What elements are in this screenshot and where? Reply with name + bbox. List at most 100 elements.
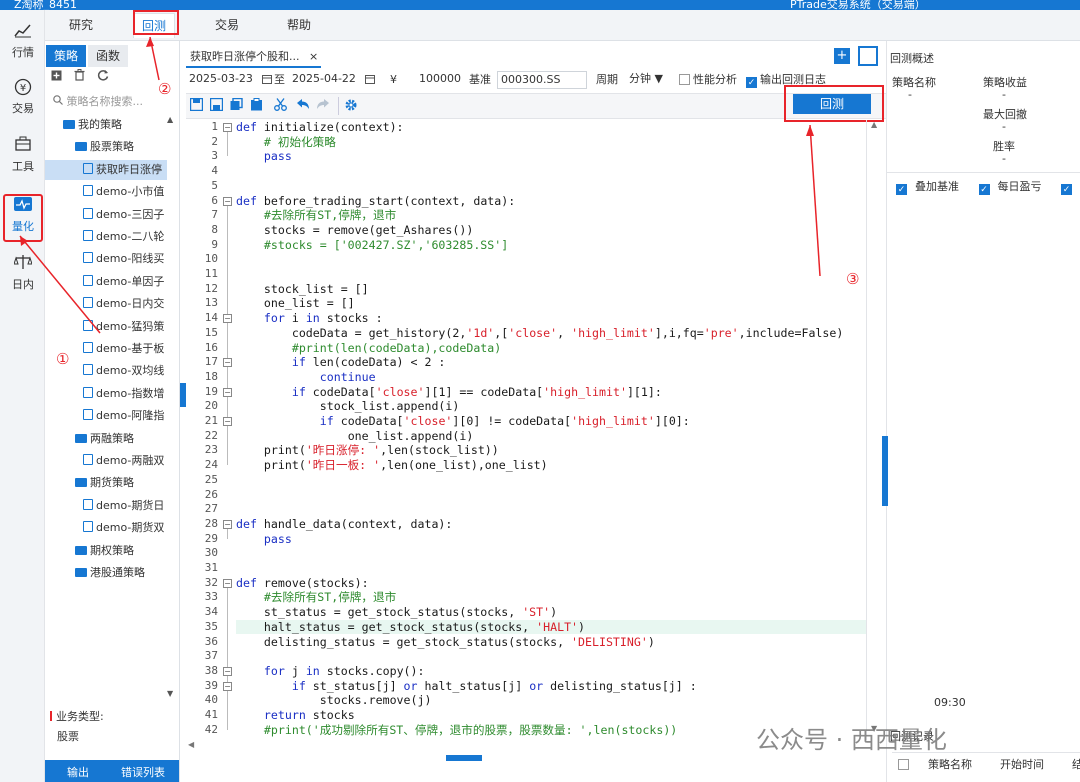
tree-file[interactable]: demo-期货日 xyxy=(45,496,167,516)
code-line[interactable]: stock_list = [] xyxy=(236,282,866,297)
fold-toggle-icon[interactable]: − xyxy=(223,578,232,588)
tree-file[interactable]: demo-猛犸策 xyxy=(45,317,167,337)
cut-icon[interactable] xyxy=(274,98,287,115)
fold-toggle-icon[interactable]: − xyxy=(223,681,232,691)
scroll-up-icon[interactable]: ▲ xyxy=(167,115,177,125)
code-line[interactable]: stocks.remove(j) xyxy=(236,693,866,708)
code-line[interactable] xyxy=(236,502,866,517)
save-as-icon[interactable] xyxy=(209,97,224,115)
tree-folder[interactable]: 股票策略 xyxy=(45,137,167,157)
panel-collapse-handle[interactable] xyxy=(882,436,888,506)
code-line[interactable]: for i in stocks : xyxy=(236,311,866,326)
daily-pnl-toggle[interactable]: ✓ 每日盈亏 xyxy=(978,180,1050,195)
tree-file[interactable]: demo-阳线买 xyxy=(45,249,167,269)
code-line[interactable]: #去除所有ST,停牌，退市 xyxy=(236,208,866,223)
gear-icon[interactable] xyxy=(344,98,358,116)
fold-toggle-icon[interactable]: − xyxy=(223,417,232,426)
tree-file[interactable]: demo-期货双 xyxy=(45,518,167,538)
scroll-up-icon[interactable]: ▲ xyxy=(871,120,877,129)
fold-toggle-icon[interactable]: − xyxy=(223,314,232,324)
code-line[interactable]: def before_trading_start(context, data): xyxy=(236,194,866,209)
code-line[interactable]: #去除所有ST,停牌，退市 xyxy=(236,590,866,605)
tab-research[interactable]: 研究 xyxy=(69,16,93,33)
tree-folder[interactable]: 港股通策略 xyxy=(45,563,167,583)
fold-toggle-icon[interactable]: − xyxy=(223,666,232,676)
code-line[interactable]: stocks = remove(get_Ashares()) xyxy=(236,223,866,238)
code-line[interactable]: for j in stocks.copy(): xyxy=(236,664,866,679)
code-line[interactable]: print('昨日一板: ',len(one_list),one_list) xyxy=(236,458,866,473)
code-line[interactable] xyxy=(236,164,866,179)
nav-quant[interactable]: 量化 xyxy=(3,194,43,242)
tree-file[interactable]: demo-二八轮 xyxy=(45,227,167,247)
code-line[interactable]: one_list.append(i) xyxy=(236,429,866,444)
start-date-field[interactable]: 2025-03-23 xyxy=(186,71,272,89)
new-file-icon[interactable] xyxy=(51,70,66,84)
code-line[interactable] xyxy=(236,473,866,488)
end-date-field[interactable]: 2025-04-22 xyxy=(289,71,375,89)
code-line[interactable]: stock_list.append(i) xyxy=(236,399,866,414)
nav-intraday[interactable]: 日内 xyxy=(3,254,43,298)
code-line[interactable]: one_list = [] xyxy=(236,296,866,311)
editor-vertical-scrollbar[interactable]: ▲ ▼ xyxy=(866,120,884,740)
code-line[interactable] xyxy=(236,252,866,267)
code-line[interactable]: continue xyxy=(236,370,866,385)
nav-tools[interactable]: 工具 xyxy=(3,136,43,180)
tree-file[interactable]: demo-指数增 xyxy=(45,384,167,404)
tree-folder[interactable]: 期货策略 xyxy=(45,473,167,493)
redo-icon[interactable] xyxy=(316,98,330,114)
code-line[interactable]: codeData = get_history(2,'1d',['close', … xyxy=(236,326,866,341)
code-line[interactable]: def handle_data(context, data): xyxy=(236,517,866,532)
code-line[interactable] xyxy=(236,179,866,194)
undo-icon[interactable] xyxy=(296,98,310,114)
trash-icon[interactable] xyxy=(74,69,89,84)
scroll-left-icon[interactable]: ◀ xyxy=(188,740,194,749)
fold-toggle-icon[interactable]: − xyxy=(223,123,232,132)
tab-strategy[interactable]: 策略 xyxy=(46,45,86,67)
code-line[interactable]: if codeData['close'][1] == codeData['hig… xyxy=(236,385,866,400)
tree-file[interactable]: demo-两融双 xyxy=(45,451,167,471)
tree-file[interactable]: demo-小市值 xyxy=(45,182,167,202)
code-line[interactable]: print('昨日涨停: ',len(stock_list)) xyxy=(236,443,866,458)
error-list-button[interactable]: 错误列表 xyxy=(121,764,165,780)
nav-market[interactable]: 行情 xyxy=(3,22,43,66)
tree-folder[interactable]: 我的策略 xyxy=(45,115,167,135)
tree-file[interactable]: demo-阿隆指 xyxy=(45,406,167,426)
code-line[interactable]: pass xyxy=(236,149,866,164)
tab-help[interactable]: 帮助 xyxy=(287,16,311,33)
code-line[interactable] xyxy=(236,267,866,282)
fold-toggle-icon[interactable]: − xyxy=(223,519,232,529)
code-line[interactable] xyxy=(236,488,866,503)
fold-toggle-icon[interactable]: − xyxy=(223,387,232,397)
fold-toggle-icon[interactable]: − xyxy=(223,196,232,206)
code-line[interactable]: #stocks = ['002427.SZ','603285.SS'] xyxy=(236,238,866,253)
file-tab[interactable]: 获取昨日涨停个股和... × xyxy=(186,44,321,68)
tree-file[interactable]: demo-单因子 xyxy=(45,272,167,292)
code-line[interactable]: delisting_status = get_stock_status(stoc… xyxy=(236,635,866,650)
code-line[interactable]: #print(len(codeData),codeData) xyxy=(236,341,866,356)
refresh-icon[interactable] xyxy=(97,70,109,84)
code-line[interactable] xyxy=(236,649,866,664)
code-line[interactable] xyxy=(236,546,866,561)
code-line[interactable] xyxy=(236,561,866,576)
tab-functions[interactable]: 函数 xyxy=(88,45,128,67)
period-select[interactable]: 分钟 ▼ xyxy=(626,71,670,89)
code-editor[interactable]: def initialize(context): # 初始化策略 pass def… xyxy=(236,120,866,740)
tree-folder[interactable]: 期权策略 xyxy=(45,541,167,561)
nav-trade[interactable]: ¥ 交易 xyxy=(3,78,43,122)
code-line[interactable]: pass xyxy=(236,532,866,547)
code-line[interactable]: def initialize(context): xyxy=(236,120,866,135)
bottom-panel-toggle[interactable] xyxy=(446,755,482,761)
output-button[interactable]: 输出 xyxy=(67,764,89,780)
code-line[interactable]: def remove(stocks): xyxy=(236,576,866,591)
overlay-benchmark-toggle[interactable]: ✓ 叠加基准 xyxy=(896,180,967,195)
tree-file[interactable]: demo-日内交 xyxy=(45,294,167,314)
benchmark-input[interactable]: 000300.SS xyxy=(497,71,587,89)
code-line[interactable]: if st_status[j] or halt_status[j] or del… xyxy=(236,679,866,694)
copy-icon[interactable] xyxy=(230,97,243,115)
code-line[interactable]: if len(codeData) < 2 : xyxy=(236,355,866,370)
scroll-down-icon[interactable]: ▼ xyxy=(167,689,177,699)
add-button[interactable]: + xyxy=(834,48,850,64)
tree-folder[interactable]: 两融策略 xyxy=(45,429,167,449)
tree-file[interactable]: demo-三因子 xyxy=(45,205,167,225)
layout-toggle-button[interactable] xyxy=(858,46,878,66)
